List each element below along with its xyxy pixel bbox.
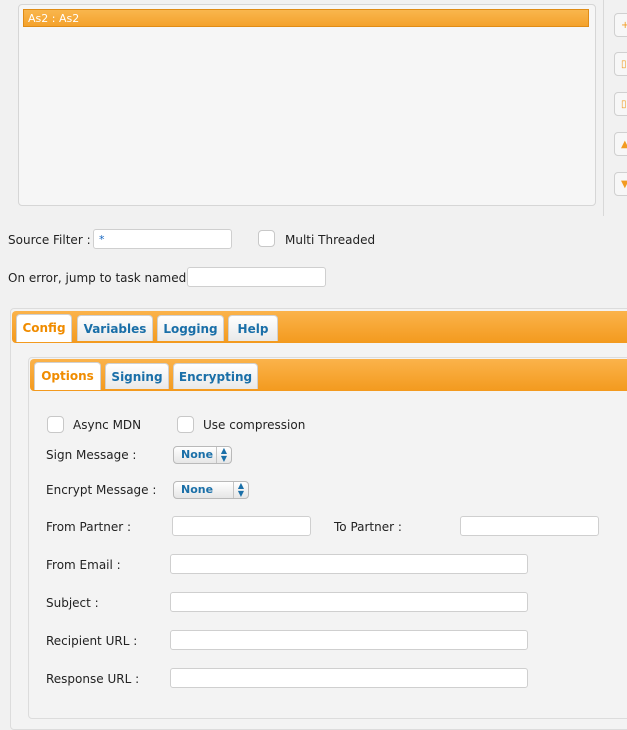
recipient-url-label: Recipient URL : xyxy=(46,634,138,648)
plus-icon: + xyxy=(621,20,627,31)
sign-message-select[interactable]: None ▲ ▼ xyxy=(173,446,232,464)
tab-logging[interactable]: Logging xyxy=(157,315,224,341)
delete-task-button[interactable]: ▯ xyxy=(614,92,627,116)
multi-threaded-label: Multi Threaded xyxy=(285,233,376,247)
tab-encrypting[interactable]: Encrypting xyxy=(173,363,258,389)
tab-signing[interactable]: Signing xyxy=(105,363,169,389)
edit-task-button[interactable]: ▯ xyxy=(614,52,627,76)
multi-threaded-checkbox[interactable] xyxy=(258,230,275,247)
subject-input[interactable] xyxy=(170,592,528,612)
sign-message-label: Sign Message : xyxy=(46,448,137,462)
encrypt-message-label: Encrypt Message : xyxy=(46,483,157,497)
select-arrows-icon: ▲ ▼ xyxy=(233,482,248,498)
tab-variables[interactable]: Variables xyxy=(77,315,153,341)
options-panel xyxy=(28,357,627,719)
source-filter-input[interactable] xyxy=(93,229,232,249)
to-partner-label: To Partner : xyxy=(334,520,402,534)
encrypt-message-select[interactable]: None ▲ ▼ xyxy=(173,481,249,499)
edit-icon: ▯ xyxy=(621,59,627,70)
move-up-icon: ▲ xyxy=(621,139,627,150)
from-email-input[interactable] xyxy=(170,554,528,574)
tab-config[interactable]: Config xyxy=(16,314,72,342)
move-up-button[interactable]: ▲ xyxy=(614,132,627,156)
from-partner-input[interactable] xyxy=(172,516,311,536)
on-error-label: On error, jump to task named : xyxy=(8,271,195,285)
tab-options[interactable]: Options xyxy=(34,362,101,390)
on-error-input[interactable] xyxy=(187,267,326,287)
to-partner-input[interactable] xyxy=(460,516,599,536)
tab-help[interactable]: Help xyxy=(228,315,278,341)
use-compression-label: Use compression xyxy=(203,418,306,432)
select-arrows-icon: ▲ ▼ xyxy=(216,447,231,463)
sign-message-value: None xyxy=(181,448,214,461)
move-down-button[interactable]: ▼ xyxy=(614,172,627,196)
source-filter-label: Source Filter : xyxy=(8,233,91,247)
encrypt-message-value: None xyxy=(181,483,214,496)
move-down-icon: ▼ xyxy=(621,179,627,190)
response-url-input[interactable] xyxy=(170,668,528,688)
task-list[interactable]: As2 : As2 xyxy=(18,4,596,206)
use-compression-checkbox[interactable] xyxy=(177,416,194,433)
async-mdn-label: Async MDN xyxy=(73,418,142,432)
delete-icon: ▯ xyxy=(621,99,627,110)
add-task-button[interactable]: + xyxy=(614,13,627,37)
subject-label: Subject : xyxy=(46,596,99,610)
recipient-url-input[interactable] xyxy=(170,630,528,650)
from-email-label: From Email : xyxy=(46,558,121,572)
task-list-item[interactable]: As2 : As2 xyxy=(23,9,589,27)
response-url-label: Response URL : xyxy=(46,672,140,686)
async-mdn-checkbox[interactable] xyxy=(47,416,64,433)
sidebar-divider xyxy=(603,0,604,216)
from-partner-label: From Partner : xyxy=(46,520,132,534)
